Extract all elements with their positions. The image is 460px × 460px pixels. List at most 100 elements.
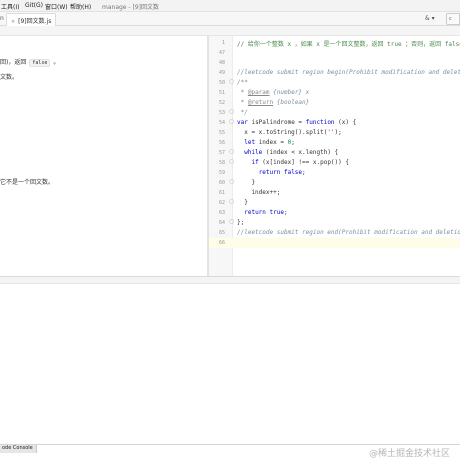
menu-bar: 工具(I) Git(G) 窗口(W) 帮助(H) manage - [9]回文数 [0, 0, 460, 12]
code-line[interactable]: 48 [209, 58, 460, 68]
code-text: let index = 0; [237, 139, 295, 146]
line-number: 59 [218, 170, 225, 176]
code-token: @return [247, 99, 274, 106]
code-text: } [237, 199, 248, 206]
code-token: (x[index] !== x.pop()) { [262, 159, 349, 166]
code-line[interactable]: 60 ○ } [209, 178, 460, 188]
fold-marker-icon[interactable]: ○ [229, 118, 234, 125]
code-line[interactable]: 1 // 给你一个整数 x ，如果 x 是一个回文整数，返回 true ；否则，返… [209, 38, 460, 48]
description-line: 回)，返回 false。 [0, 57, 59, 67]
code-line[interactable]: 51 * @param {number} x [209, 88, 460, 98]
line-number: 54 [218, 120, 225, 126]
fold-marker-icon[interactable]: ○ [229, 148, 234, 155]
code-line[interactable]: 58 ○ if (x[index] !== x.pop()) { [209, 158, 460, 168]
code-console-tab[interactable]: ode Console [0, 445, 37, 453]
code-editor[interactable]: 1 // 给你一个整数 x ，如果 x 是一个回文整数，返回 true ；否则，返… [209, 36, 460, 276]
code-line[interactable]: 53 ○ */ [209, 108, 460, 118]
code-token: var [237, 119, 252, 126]
code-line[interactable]: 52 * @return {boolean} [209, 98, 460, 108]
tab-label: [9]回文数.js [18, 18, 52, 25]
code-text: return false; [237, 169, 306, 176]
fold-marker-icon[interactable]: ○ [229, 78, 234, 85]
user-icon: & [425, 15, 430, 22]
code-token: * [237, 89, 248, 96]
code-text: x = x.toString().split(''); [237, 129, 342, 136]
code-token: return true [244, 209, 284, 216]
inline-code: false [29, 59, 51, 67]
code-text: index++; [237, 189, 280, 196]
code-line[interactable]: 59 return false; [209, 168, 460, 178]
code-token: isPalindrome = [251, 119, 306, 126]
line-number: 64 [218, 220, 225, 226]
tab-palindrome-js[interactable]: × [9]回文数.js [6, 13, 57, 26]
user-menu-button[interactable]: & ▾ [425, 15, 435, 22]
code-token: @param [247, 89, 270, 96]
code-line[interactable]: 57 ○ while (index < x.length) { [209, 148, 460, 158]
bottom-panel [0, 284, 460, 444]
menu-git[interactable]: Git(G) [25, 2, 43, 9]
code-token: ); [334, 129, 342, 136]
code-token: // 给你一个整数 x ，如果 x 是一个回文整数，返回 true ；否则，返回… [237, 41, 460, 48]
line-number: 55 [218, 130, 225, 136]
code-token: (index < x.length) { [265, 149, 339, 156]
line-number: 60 [218, 180, 225, 186]
code-text: return true; [237, 209, 288, 216]
code-text: //leetcode submit region end(Prohibit mo… [237, 229, 460, 236]
code-text: * @return {boolean} [237, 99, 310, 106]
code-text: * @param {number} x [237, 89, 310, 96]
code-token: return false [258, 169, 303, 176]
code-token: ; [283, 209, 288, 216]
code-token: (x) { [338, 119, 357, 126]
line-number: 53 [218, 110, 225, 116]
code-line[interactable]: 56 let index = 0; [209, 138, 460, 148]
secondary-toolbar [0, 26, 460, 36]
code-line[interactable]: 50 ○/** [209, 78, 460, 88]
code-text: if (x[index] !== x.pop()) { [237, 159, 349, 166]
code-line[interactable]: 61 index++; [209, 188, 460, 198]
code-line[interactable]: 55 x = x.toString().split(''); [209, 128, 460, 138]
line-number: 49 [218, 70, 225, 76]
code-line[interactable]: 54 ○ var isPalindrome = function (x) { [209, 118, 460, 128]
code-token: } [237, 179, 256, 186]
code-token: } [237, 199, 248, 206]
menu-window[interactable]: 窗口(W) [45, 2, 68, 11]
fold-marker-icon[interactable]: ○ [229, 218, 234, 225]
code-line[interactable]: 47 [209, 48, 460, 58]
menu-tools[interactable]: 工具(I) [1, 2, 19, 11]
fold-marker-icon[interactable]: ○ [229, 158, 234, 165]
line-number: 61 [218, 190, 225, 196]
code-token: index = [258, 139, 288, 146]
code-line[interactable]: 66 [209, 238, 460, 248]
editor-tab-bar: n × [9]回文数.js & ▾ c [0, 12, 460, 26]
line-number: 57 [218, 150, 225, 156]
code-token: index++; [237, 189, 281, 196]
menu-help[interactable]: 帮助(H) [70, 2, 91, 11]
code-text: // 给你一个整数 x ，如果 x 是一个回文整数，返回 true ；否则，返回… [237, 39, 460, 48]
fold-marker-icon[interactable]: ○ [229, 198, 234, 205]
line-number: 50 [218, 80, 225, 86]
code-line[interactable]: 49 //leetcode submit region begin(Prohibi… [209, 68, 460, 78]
tab-nav-arrow-icon[interactable]: n [0, 15, 4, 22]
code-line[interactable]: 63 return true; [209, 208, 460, 218]
line-number: 63 [218, 210, 225, 216]
code-line[interactable]: 62 ○ } [209, 198, 460, 208]
code-token: {number} x [269, 89, 310, 96]
fold-marker-icon[interactable]: ○ [229, 178, 234, 185]
description-text: 。 [53, 59, 60, 66]
close-icon[interactable]: × [11, 19, 15, 25]
line-number: 66 [218, 240, 225, 246]
line-number: 65 [218, 230, 225, 236]
line-number: 58 [218, 160, 225, 166]
code-token: /** [237, 79, 248, 86]
code-token: function [305, 119, 339, 126]
window-title: manage - [9]回文数 [102, 4, 159, 11]
code-line[interactable]: 65 //leetcode submit region end(Prohibit … [209, 228, 460, 238]
watermark: @稀土掘金技术社区 [369, 449, 451, 459]
problem-description-pane: 回)，返回 false。 文数。 它不是一个回文数。 [0, 36, 208, 276]
code-token: ; [302, 169, 306, 176]
side-toolbar-button[interactable]: c [446, 13, 460, 25]
fold-marker-icon[interactable]: ○ [229, 108, 234, 115]
code-line[interactable]: 64 ○}; [209, 218, 460, 228]
